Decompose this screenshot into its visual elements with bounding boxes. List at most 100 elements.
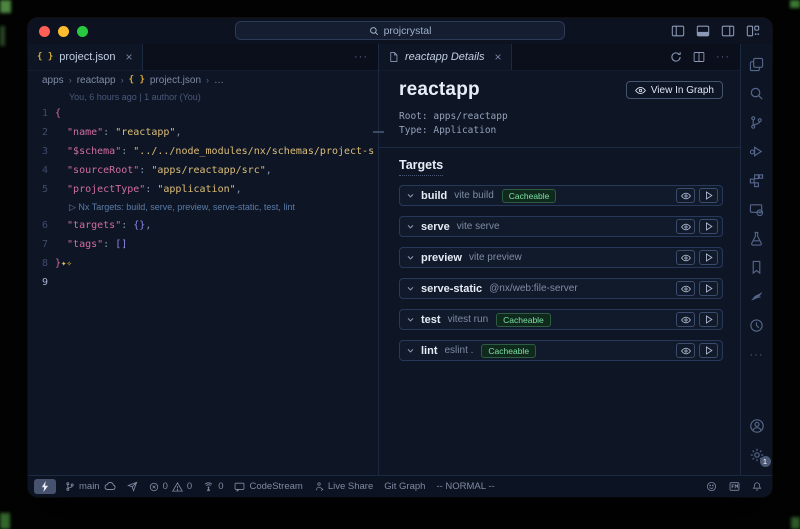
git-graph-item[interactable]: Git Graph bbox=[384, 481, 425, 492]
code-line[interactable]: 3 "$schema": "../../node_modules/nx/sche… bbox=[28, 142, 378, 161]
nx-console-icon[interactable] bbox=[749, 289, 765, 305]
json-file-icon: { } bbox=[37, 52, 53, 62]
target-row[interactable]: serve vite serve bbox=[399, 216, 723, 237]
fm-icon[interactable] bbox=[729, 481, 740, 492]
eye-icon bbox=[681, 347, 691, 355]
view-target-button[interactable] bbox=[676, 281, 695, 296]
target-row[interactable]: preview vite preview bbox=[399, 247, 723, 268]
run-target-button[interactable] bbox=[699, 188, 718, 203]
run-target-button[interactable] bbox=[699, 281, 718, 296]
live-share-icon bbox=[314, 481, 324, 492]
tab-project-json[interactable]: { } project.json × bbox=[28, 44, 143, 70]
run-target-button[interactable] bbox=[699, 250, 718, 265]
run-target-button[interactable] bbox=[699, 312, 718, 327]
run-target-button[interactable] bbox=[699, 219, 718, 234]
smiley-icon[interactable] bbox=[706, 481, 717, 492]
project-type: Type: Application bbox=[399, 124, 723, 138]
chevron-down-icon[interactable] bbox=[406, 253, 415, 262]
close-tab-icon[interactable]: × bbox=[126, 50, 133, 64]
remote-explorer-icon[interactable] bbox=[749, 202, 765, 218]
customize-layout-icon[interactable] bbox=[746, 24, 760, 38]
code-line[interactable]: 9 bbox=[28, 273, 378, 292]
close-tab-icon[interactable]: × bbox=[495, 50, 502, 64]
wallpaper-accent bbox=[791, 517, 800, 529]
view-target-button[interactable] bbox=[676, 188, 695, 203]
breadcrumb-symbol[interactable]: … bbox=[214, 75, 224, 86]
chevron-down-icon[interactable] bbox=[406, 346, 415, 355]
cacheable-badge: Cacheable bbox=[502, 189, 557, 203]
broadcast-item[interactable]: 0 bbox=[203, 481, 223, 492]
search-icon[interactable] bbox=[749, 86, 765, 102]
code-line[interactable]: 7 "tags": [] bbox=[28, 235, 378, 254]
code-editor[interactable]: You, 6 hours ago | 1 author (You)1{2 "na… bbox=[28, 89, 378, 475]
view-in-graph-button[interactable]: View In Graph bbox=[626, 81, 723, 99]
scrollbar-marker[interactable] bbox=[373, 131, 384, 133]
tab-reactapp-details[interactable]: reactapp Details × bbox=[379, 44, 512, 70]
toggle-secondary-sidebar-icon[interactable] bbox=[721, 24, 735, 38]
line-number: 5 bbox=[28, 180, 48, 199]
target-row[interactable]: lint eslint . Cacheable bbox=[399, 340, 723, 361]
breadcrumb-apps[interactable]: apps bbox=[42, 75, 64, 86]
run-target-button[interactable] bbox=[699, 343, 718, 358]
code-line[interactable]: 1{ bbox=[28, 104, 378, 123]
target-row[interactable]: build vite build Cacheable bbox=[399, 185, 723, 206]
breadcrumb[interactable]: apps › reactapp › { } project.json › … bbox=[28, 71, 378, 89]
breadcrumb-file[interactable]: project.json bbox=[150, 75, 201, 86]
more-views-icon[interactable]: ··· bbox=[749, 347, 765, 363]
testing-icon[interactable] bbox=[749, 231, 765, 247]
toggle-primary-sidebar-icon[interactable] bbox=[671, 24, 685, 38]
chevron-down-icon[interactable] bbox=[406, 284, 415, 293]
minimize-window-button[interactable] bbox=[58, 26, 69, 37]
radio-tower-icon bbox=[203, 482, 214, 492]
maximize-window-button[interactable] bbox=[77, 26, 88, 37]
problems-item[interactable]: 0 0 bbox=[149, 481, 193, 492]
chevron-down-icon[interactable] bbox=[406, 191, 415, 200]
extensions-icon[interactable] bbox=[749, 173, 765, 189]
chevron-down-icon[interactable] bbox=[406, 315, 415, 324]
target-row[interactable]: serve-static @nx/web:file-server bbox=[399, 278, 723, 299]
split-editor-icon[interactable] bbox=[693, 51, 705, 63]
timeline-icon[interactable] bbox=[749, 318, 765, 334]
code-line[interactable]: 2 "name": "reactapp", bbox=[28, 123, 378, 142]
vim-mode-indicator[interactable]: -- NORMAL -- bbox=[436, 481, 494, 492]
play-icon bbox=[705, 284, 713, 293]
targets-list: build vite build Cacheable serve vite se… bbox=[399, 185, 723, 361]
refresh-icon[interactable] bbox=[670, 51, 682, 63]
tab-bar-left: { } project.json × ··· bbox=[28, 44, 378, 71]
command-center-search[interactable]: projcrystal bbox=[235, 21, 565, 40]
account-icon[interactable] bbox=[749, 418, 765, 434]
git-branch-item[interactable]: main bbox=[65, 481, 116, 492]
target-name: preview bbox=[421, 252, 462, 264]
breadcrumb-reactapp[interactable]: reactapp bbox=[77, 75, 116, 86]
target-detail: eslint . bbox=[445, 345, 474, 356]
explorer-icon[interactable] bbox=[749, 57, 765, 73]
view-target-button[interactable] bbox=[676, 219, 695, 234]
chevron-down-icon[interactable] bbox=[406, 222, 415, 231]
more-actions-icon[interactable]: ··· bbox=[354, 51, 368, 63]
code-line[interactable]: 4 "sourceRoot": "apps/reactapp/src", bbox=[28, 161, 378, 180]
codestream-item[interactable]: CodeStream bbox=[234, 481, 302, 492]
publish-icon[interactable] bbox=[127, 481, 138, 492]
settings-gear-icon[interactable]: 1 bbox=[749, 447, 765, 463]
source-control-icon[interactable] bbox=[749, 115, 765, 131]
view-target-button[interactable] bbox=[676, 250, 695, 265]
view-target-button[interactable] bbox=[676, 312, 695, 327]
line-number: 2 bbox=[28, 123, 48, 142]
target-row[interactable]: test vitest run Cacheable bbox=[399, 309, 723, 330]
code-line[interactable]: 6 "targets": {}, bbox=[28, 216, 378, 235]
code-line[interactable]: 8}✦✧ bbox=[28, 254, 378, 273]
more-actions-icon[interactable]: ··· bbox=[716, 51, 730, 63]
toggle-panel-icon[interactable] bbox=[696, 24, 710, 38]
nx-targets-codelens[interactable]: ▷ Nx Targets: build, serve, preview, ser… bbox=[28, 199, 378, 216]
eye-icon bbox=[681, 285, 691, 293]
view-target-button[interactable] bbox=[676, 343, 695, 358]
bell-icon[interactable] bbox=[752, 481, 762, 492]
run-debug-icon[interactable] bbox=[749, 144, 765, 160]
code-line[interactable]: 5 "projectType": "application", bbox=[28, 180, 378, 199]
bookmarks-icon[interactable] bbox=[749, 260, 765, 276]
close-window-button[interactable] bbox=[39, 26, 50, 37]
live-share-item[interactable]: Live Share bbox=[314, 481, 373, 492]
target-detail: vitest run bbox=[448, 314, 489, 325]
search-icon bbox=[369, 26, 379, 36]
remote-indicator[interactable] bbox=[34, 479, 56, 494]
